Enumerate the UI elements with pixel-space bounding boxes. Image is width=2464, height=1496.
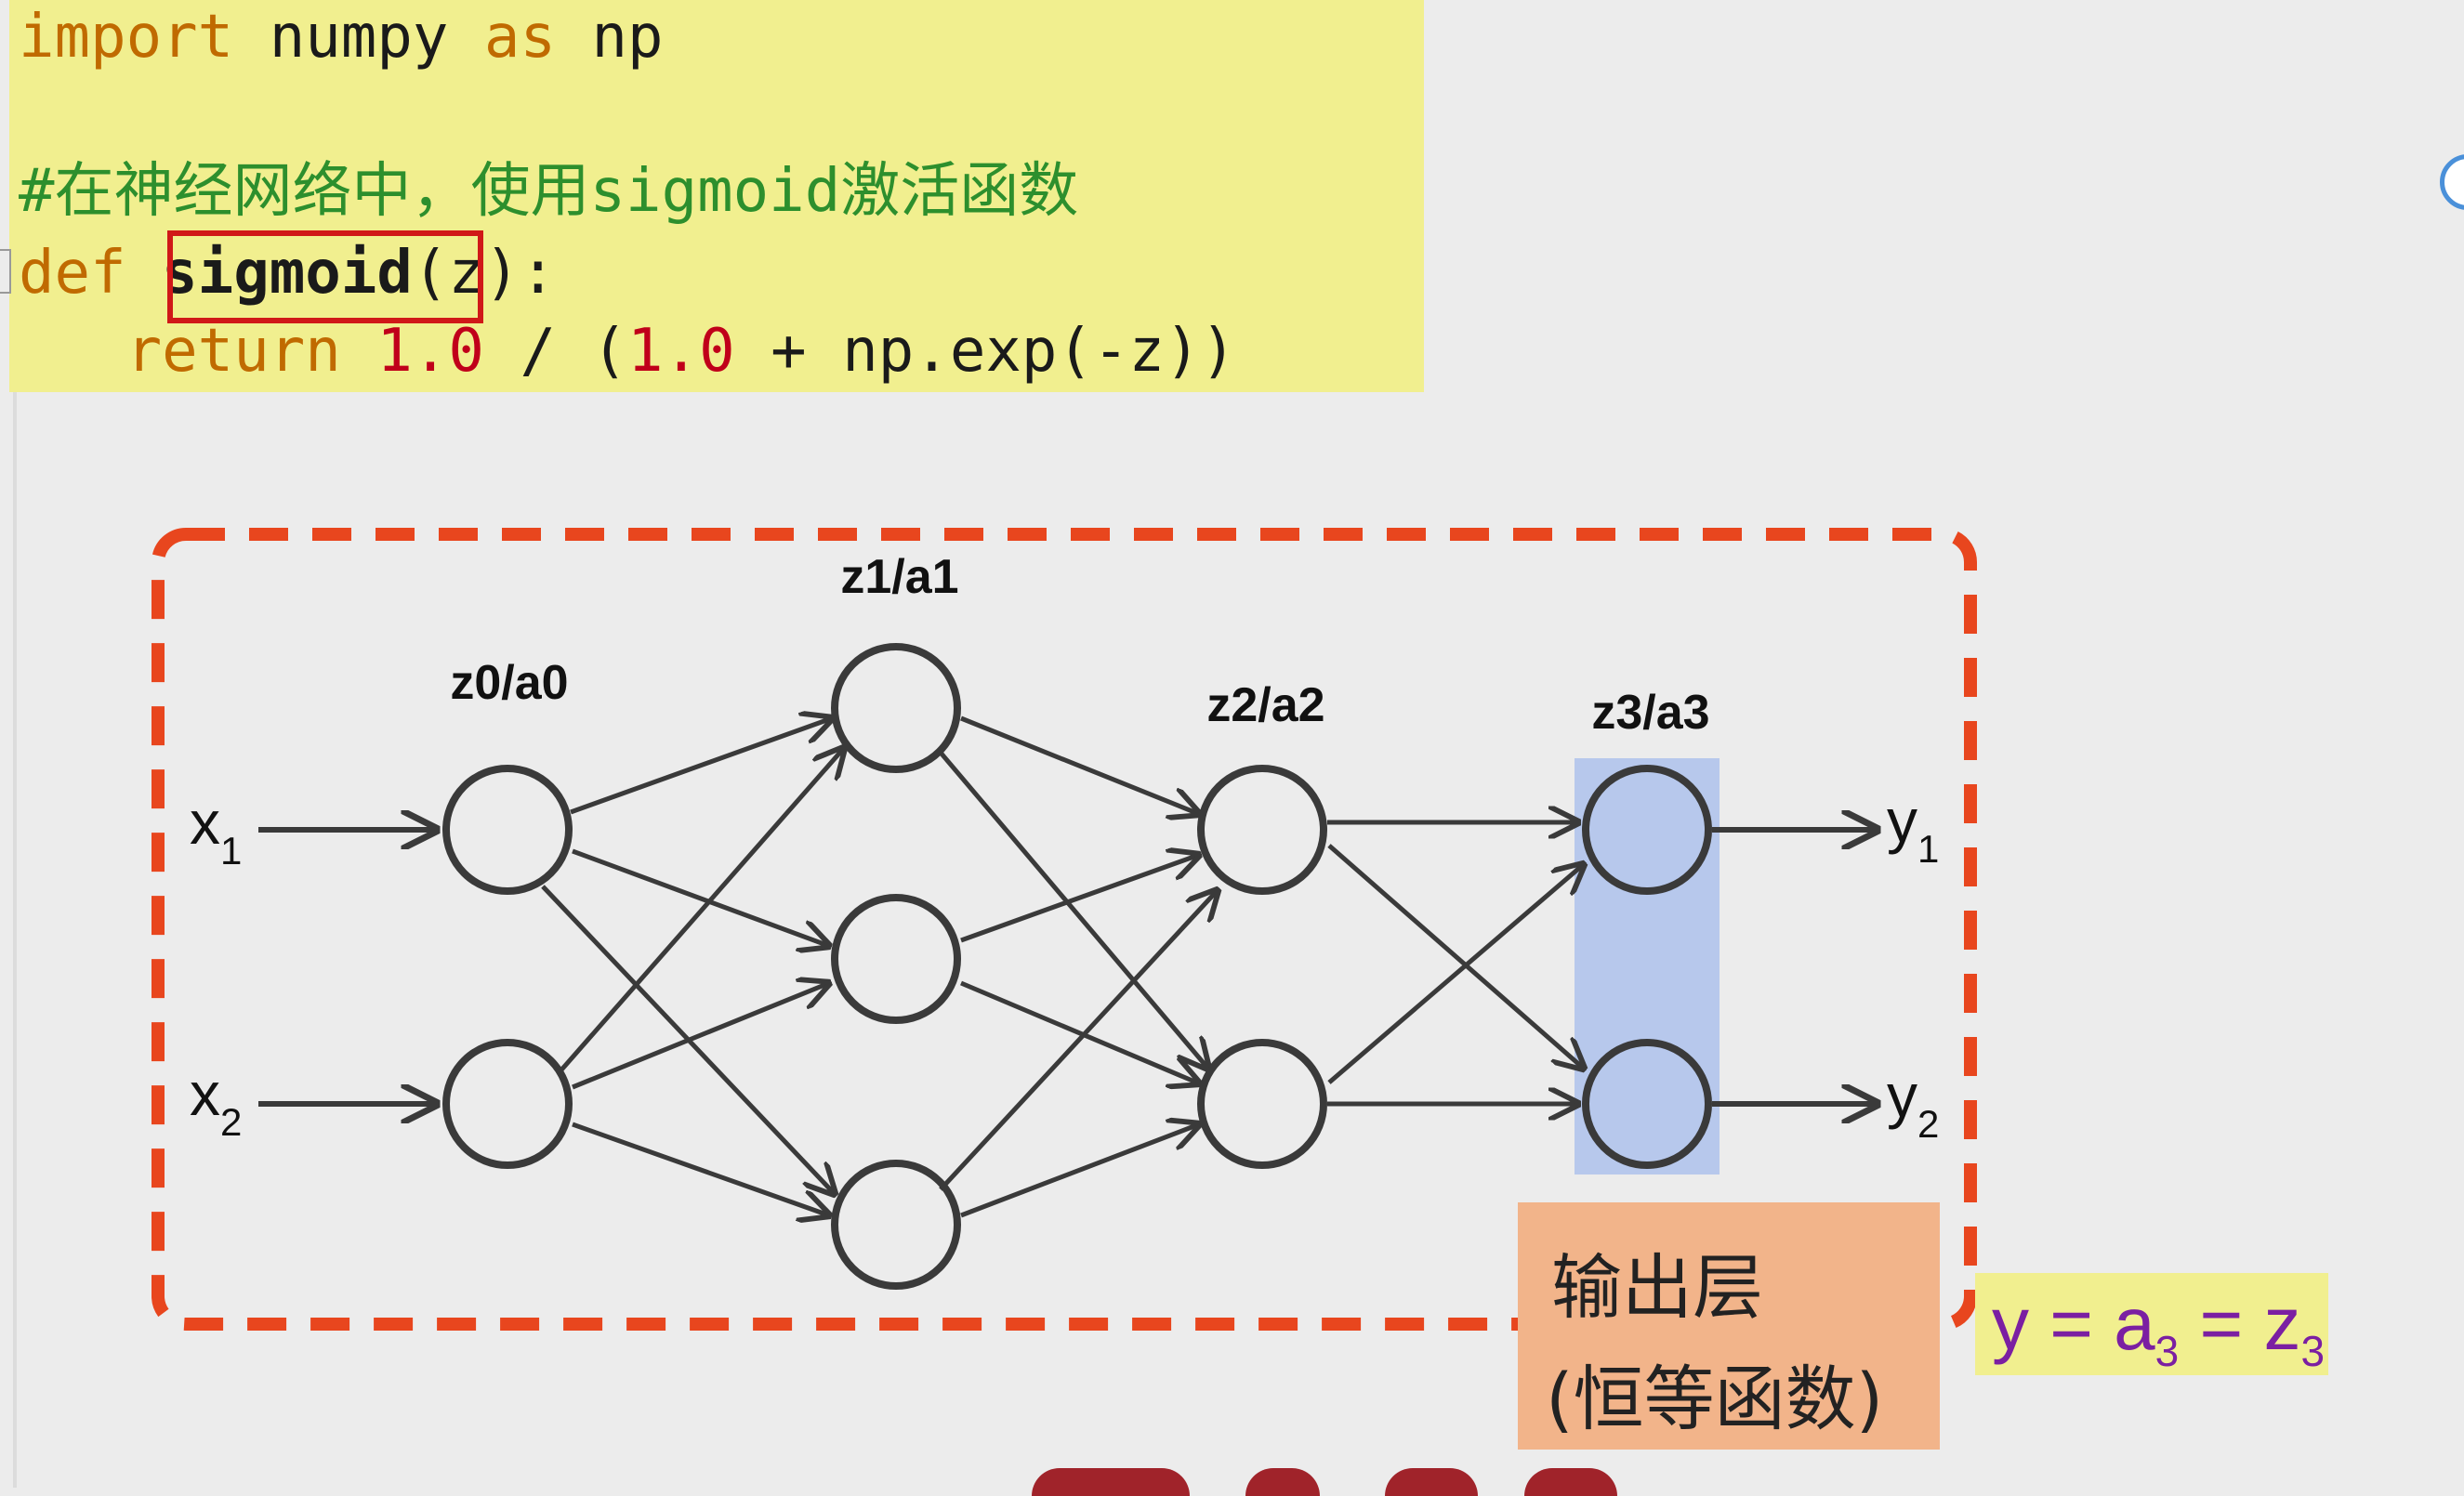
input-label-x1: x1 [190, 788, 242, 873]
bottom-cutoff-graphic [1022, 1468, 1617, 1496]
output-layer-title: 输出层 [1551, 1246, 1763, 1329]
equation-z-subscript: 3 [2300, 1327, 2326, 1375]
input-label-x2: x2 [190, 1059, 242, 1144]
output-layer-highlight [1575, 758, 1720, 1174]
output-y1-sub: 1 [1917, 827, 1939, 871]
edge [960, 715, 1199, 814]
output-label-y2: y2 [1887, 1061, 1939, 1146]
equation-a-subscript: 3 [2154, 1327, 2180, 1375]
layer-label-3: z3/a3 [1591, 686, 1709, 740]
edge [960, 855, 1199, 943]
node-l1-2 [831, 894, 961, 1024]
edge [1327, 844, 1584, 1069]
cutoff-shape [1524, 1468, 1617, 1496]
input-x1-sub: 1 [220, 829, 242, 873]
equation-eq-z: = z [2179, 1282, 2301, 1365]
edge [572, 983, 829, 1090]
output-layer-subtitle: (恒等函数) [1546, 1358, 1884, 1440]
layer-label-0: z0/a0 [450, 656, 568, 710]
edge [572, 848, 829, 946]
output-y2-main: y [1887, 1061, 1917, 1130]
edge [960, 1124, 1199, 1218]
output-y2-sub: 2 [1917, 1102, 1939, 1146]
neural-network-diagram: z0/a0 z1/a1 z2/a2 z3/a3 x1 x2 y1 y2 [152, 528, 1977, 1331]
layer-label-1: z1/a1 [840, 550, 958, 604]
input-x1-main: x [190, 788, 220, 857]
node-l2-2 [1197, 1039, 1327, 1169]
node-l0-1 [442, 765, 573, 895]
cutoff-shape [1385, 1468, 1478, 1496]
output-y1-main: y [1887, 786, 1917, 855]
equation-y-a: y = a [1992, 1282, 2155, 1365]
input-x2-sub: 2 [220, 1100, 242, 1144]
node-l2-1 [1197, 765, 1327, 895]
node-l0-2 [442, 1039, 573, 1169]
layer-label-2: z2/a2 [1206, 678, 1324, 732]
output-layer-box: 输出层 (恒等函数) [1518, 1202, 1940, 1450]
cutoff-shape [1032, 1468, 1190, 1496]
node-l1-3 [831, 1160, 961, 1290]
edge [1327, 864, 1584, 1084]
node-l1-1 [831, 643, 961, 773]
edge [556, 748, 844, 1076]
output-equation: y = a3 = z3 [1975, 1273, 2328, 1375]
edge [570, 718, 832, 815]
cutoff-shape [1245, 1468, 1320, 1496]
input-x2-main: x [190, 1059, 220, 1128]
edge [960, 980, 1199, 1083]
output-label-y1: y1 [1887, 786, 1939, 871]
edge [572, 1122, 829, 1215]
